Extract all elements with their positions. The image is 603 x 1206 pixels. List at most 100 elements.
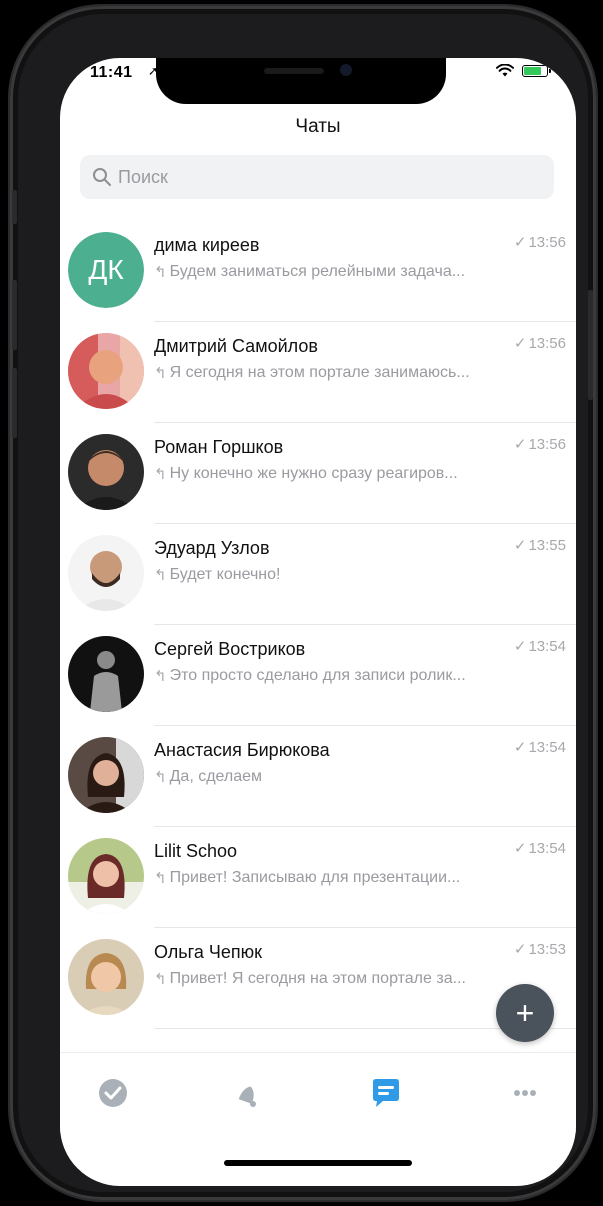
chat-preview: Привет! Я сегодня на этом портале за... — [169, 970, 466, 987]
home-indicator[interactable] — [224, 1160, 412, 1166]
avatar-photo — [68, 939, 144, 1015]
chat-time-wrap: ✓ 13:55 — [513, 536, 566, 555]
chat-preview-wrap: ↰ Будем заниматься релейными задача... — [154, 263, 549, 281]
mute-switch — [12, 190, 17, 224]
chat-preview-wrap: ↰ Это просто сделано для записи ролик... — [154, 667, 549, 685]
avatar-photo-image — [68, 838, 144, 914]
read-check-icon: ✓ — [513, 335, 527, 352]
chat-time: 13:55 — [528, 536, 566, 554]
chat-list: ДК дима киреев ✓ 13:56 ↰ Будем заниматься … — [60, 221, 576, 1029]
reply-icon: ↰ — [154, 567, 167, 584]
battery-icon — [522, 64, 551, 77]
chat-preview: Я сегодня на этом портале занимаюсь... — [169, 364, 470, 381]
chat-name: Роман Горшков — [154, 437, 284, 457]
avatar-photo-image — [68, 636, 144, 712]
check-circle-icon — [99, 1079, 127, 1107]
chat-row[interactable]: Дмитрий Самойлов ✓ 13:56 ↰ Я сегодня на эт… — [60, 322, 576, 423]
reply-icon: ↰ — [154, 769, 167, 786]
chat-name: Анастасия Бирюкова — [154, 740, 330, 760]
avatar-photo — [68, 535, 144, 611]
chat-preview-wrap: ↰ Ну конечно же нужно сразу реагиров... — [154, 465, 549, 483]
chat-row[interactable]: Эдуард Узлов ✓ 13:55 ↰ Будет конечно! — [60, 524, 576, 625]
avatar: ДК — [68, 232, 144, 308]
chat-time-wrap: ✓ 13:54 — [514, 738, 566, 757]
reply-icon: ↰ — [154, 365, 167, 382]
read-check-icon: ✓ — [513, 941, 527, 958]
chat-row[interactable]: Сергей Востриков ✓ 13:54 ↰ Это просто сдел… — [60, 625, 576, 726]
new-chat-button[interactable]: + — [496, 984, 554, 1042]
chat-time-wrap: ✓ 13:54 — [513, 637, 566, 656]
tab-more[interactable] — [505, 1073, 545, 1113]
status-time: 11:41 — [90, 64, 133, 81]
tab-tasks[interactable] — [93, 1073, 133, 1113]
chat-time: 13:53 — [528, 940, 566, 958]
chat-row[interactable]: Анастасия Бирюкова ✓ 13:54 ↰ Да, сделаем — [60, 726, 576, 827]
read-check-icon: ✓ — [513, 436, 527, 453]
avatar-initials: ДК — [68, 232, 144, 308]
volume-up-button — [12, 280, 17, 350]
wifi-icon — [496, 64, 514, 77]
chat-preview: Привет! Записываю для презентации... — [169, 869, 461, 886]
avatar-photo — [68, 838, 144, 914]
tab-notifications[interactable] — [228, 1073, 268, 1113]
page-title: Чаты — [295, 116, 341, 137]
chat-time-wrap: ✓ 13:54 — [514, 839, 566, 858]
avatar-photo-image — [68, 535, 144, 611]
notch — [156, 58, 446, 104]
chat-preview: Будет конечно! — [169, 566, 281, 583]
search-placeholder: Поиск — [118, 166, 168, 187]
chat-time-wrap: ✓ 13:56 — [513, 233, 566, 252]
screen: 11:41 ➚ Чаты Поиск ДК дима киреев ✓ 13:5… — [60, 58, 576, 1186]
search-icon — [93, 168, 111, 186]
power-button — [588, 290, 593, 400]
chat-name: Дмитрий Самойлов — [154, 336, 318, 356]
chat-name: дима киреев — [154, 235, 260, 255]
reply-icon: ↰ — [154, 668, 167, 685]
more-icon — [514, 1090, 536, 1096]
chat-time-wrap: ✓ 13:56 — [513, 435, 566, 454]
chat-preview: Это просто сделано для записи ролик... — [169, 667, 466, 684]
battery-level — [524, 66, 542, 75]
volume-down-button — [12, 368, 17, 438]
avatar-photo-image — [68, 333, 144, 409]
avatar-photo — [68, 737, 144, 813]
chat-time: 13:54 — [528, 738, 566, 756]
chat-name: Сергей Востриков — [154, 639, 306, 659]
chat-time: 13:54 — [528, 637, 566, 655]
chat-preview: Да, сделаем — [169, 768, 263, 785]
bell-icon — [238, 1086, 256, 1107]
chat-time: 13:56 — [528, 233, 566, 251]
chat-time: 13:56 — [528, 334, 566, 352]
chat-time: 13:56 — [528, 435, 566, 453]
chat-preview-wrap: ↰ Да, сделаем — [154, 768, 549, 786]
read-check-icon: ✓ — [513, 537, 527, 554]
avatar-photo-image — [68, 737, 144, 813]
chat-bubble-icon — [373, 1079, 399, 1107]
tab-bar — [60, 1052, 576, 1133]
avatar-photo-image — [68, 434, 144, 510]
reply-icon: ↰ — [154, 870, 167, 887]
chat-name: Lilit Schoo — [154, 841, 238, 861]
chat-name: Ольга Чепюк — [154, 942, 262, 962]
search-input[interactable]: Поиск — [80, 155, 554, 199]
chat-time-wrap: ✓ 13:53 — [513, 940, 566, 959]
read-check-icon: ✓ — [513, 638, 527, 655]
chat-row[interactable]: Роман Горшков ✓ 13:56 ↰ Ну конечно же нужн… — [60, 423, 576, 524]
reply-icon: ↰ — [154, 971, 167, 988]
chat-preview-wrap: ↰ Будет конечно! — [154, 566, 549, 584]
chat-preview: Будем заниматься релейными задача... — [169, 263, 466, 280]
chat-row[interactable]: ДК дима киреев ✓ 13:56 ↰ Будем заниматься … — [60, 221, 576, 322]
reply-icon: ↰ — [154, 466, 167, 483]
chat-name: Эдуард Узлов — [154, 538, 270, 558]
tab-chats[interactable] — [366, 1073, 406, 1113]
avatar-photo — [68, 636, 144, 712]
avatar-photo-image — [68, 939, 144, 1015]
front-camera — [340, 64, 352, 76]
chat-row[interactable]: Lilit Schoo ✓ 13:54 ↰ Привет! Записываю дл… — [60, 827, 576, 928]
reply-icon: ↰ — [154, 264, 167, 281]
chat-preview-wrap: ↰ Я сегодня на этом портале занимаюсь... — [154, 364, 549, 382]
chat-preview-wrap: ↰ Привет! Я сегодня на этом портале за... — [154, 970, 549, 988]
read-check-icon: ✓ — [513, 234, 527, 251]
chat-time-wrap: ✓ 13:56 — [513, 334, 566, 353]
chat-preview-wrap: ↰ Привет! Записываю для презентации... — [154, 869, 549, 887]
